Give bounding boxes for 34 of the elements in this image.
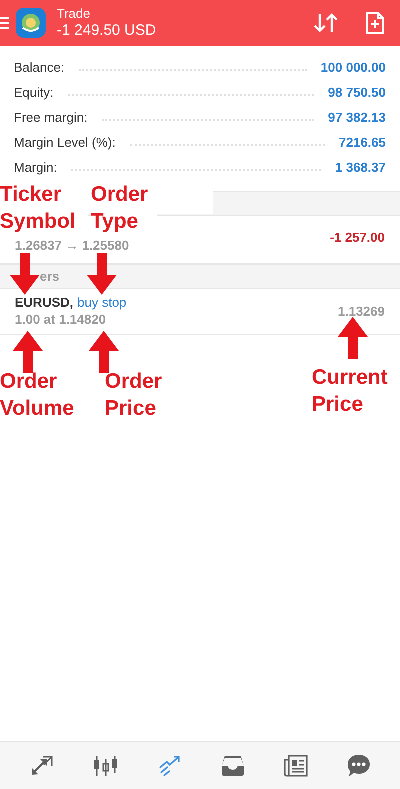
summary-value: 97 382.13: [328, 108, 386, 127]
section-title: ers: [40, 268, 60, 286]
order-type: buy stop: [78, 295, 127, 312]
summary-label: Margin:: [14, 158, 58, 177]
summary-label: Equity:: [14, 84, 54, 102]
summary-value: 1 368.37: [335, 158, 386, 177]
menu-icon[interactable]: [0, 16, 9, 30]
summary-value: 98 750.50: [328, 84, 386, 102]
summary-value: 100 000.00: [320, 58, 386, 77]
sort-icon[interactable]: [313, 12, 339, 34]
callout-arrow: [85, 253, 119, 295]
chat-icon[interactable]: [346, 754, 370, 778]
position-profit: -1 257.00: [330, 228, 385, 246]
summary-value: 7216.65: [339, 134, 386, 152]
summary-label: Balance:: [14, 58, 65, 77]
callout-arrow: [8, 253, 42, 295]
summary-label: Free margin:: [14, 108, 88, 127]
app-logo-icon: [16, 8, 46, 38]
floating-profit: -1 249.50 USD: [57, 22, 156, 40]
inbox-icon[interactable]: [220, 754, 244, 776]
order-symbol: EURUSD,: [15, 295, 74, 312]
current-price: 1.13269: [338, 302, 385, 321]
candlestick-icon[interactable]: [92, 754, 118, 776]
new-order-icon[interactable]: [366, 12, 384, 34]
summary-label: Margin Level (%):: [14, 134, 116, 152]
callout-arrow: [336, 317, 370, 359]
callout-arrow: [11, 331, 45, 373]
callout-arrow: [87, 331, 121, 373]
trend-icon[interactable]: [158, 754, 182, 776]
screen-title: Trade: [57, 6, 92, 22]
newspaper-icon[interactable]: [284, 754, 308, 776]
order-volume-price: 1.00 at 1.14820: [15, 312, 108, 328]
price-range: 1.26837 → 1.25580: [15, 236, 130, 254]
double-arrow-icon[interactable]: [30, 754, 54, 776]
